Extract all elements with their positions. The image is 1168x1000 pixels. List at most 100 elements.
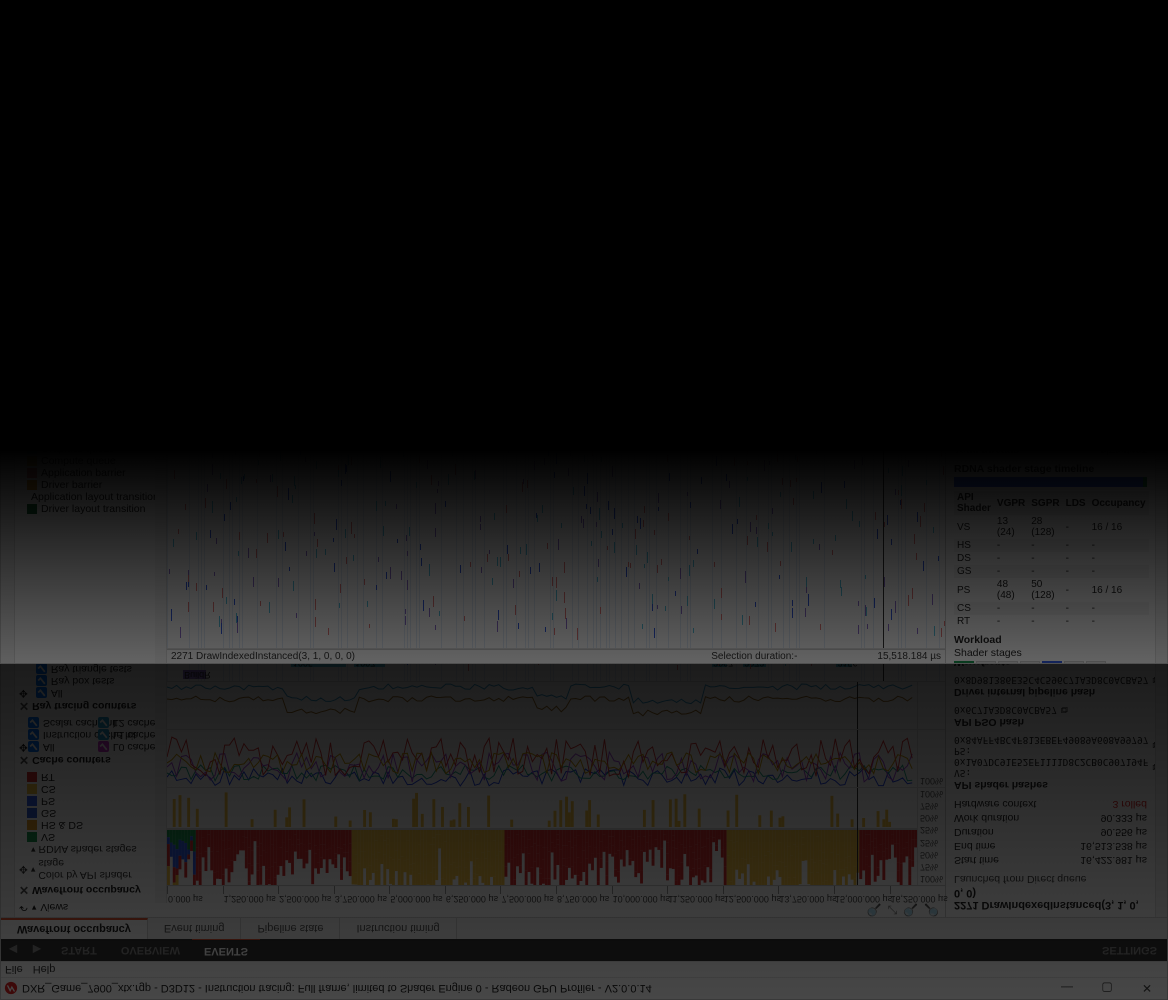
nav-start[interactable]: START (49, 39, 109, 61)
close-rt-icon[interactable]: ✕ (19, 699, 29, 713)
ray-tracing-lane[interactable] (167, 271, 945, 319)
tab-instruction-timing[interactable]: Instruction timing (340, 61, 456, 82)
tab-pipeline-state[interactable]: Pipeline state (241, 61, 340, 82)
stage-cs-button[interactable]: CS (1064, 661, 1084, 663)
copy-icon[interactable]: ⧉ (1061, 704, 1068, 715)
minimize-button[interactable]: — (1047, 1, 1087, 23)
tab-wavefront-occupancy[interactable]: Wavefront occupancy (1, 61, 148, 82)
zoom-in-icon[interactable]: 🔍 (903, 903, 918, 917)
maximize-button[interactable]: ▢ (1087, 978, 1127, 1000)
cache-l2-check[interactable] (98, 718, 109, 729)
close-ev-icon[interactable]: ✕ (19, 341, 29, 355)
cache-counters-lane[interactable]: 100% (167, 729, 945, 787)
move-cache-icon[interactable]: ✥ (19, 741, 28, 753)
cache-l0-check[interactable] (98, 742, 109, 753)
close-section-icon[interactable]: ✕ (19, 103, 29, 117)
cache-all-check[interactable] (28, 248, 39, 259)
maximize-button[interactable]: ▢ (1087, 1, 1127, 23)
search-tool-icon[interactable]: 🔍 (867, 83, 882, 97)
nav-back-icon[interactable]: ◀ (3, 41, 23, 59)
hide-legend-rail[interactable]: Hide legend (1, 83, 15, 663)
tab-event-timing[interactable]: Event timing (148, 918, 242, 939)
cache-all-check[interactable] (28, 742, 39, 753)
close-rt-icon[interactable]: ✕ (19, 287, 29, 301)
menu-file[interactable]: File (5, 25, 23, 37)
expand-icon[interactable]: ▾ (32, 87, 37, 98)
overlay-slider[interactable] (19, 399, 153, 411)
move-cache-icon[interactable]: ✥ (19, 247, 28, 259)
stage-vs-button[interactable]: VS (954, 661, 974, 663)
zoom-out-icon[interactable]: 🔎 (924, 903, 939, 917)
ev-color-mode[interactable]: Color by queue (38, 357, 109, 369)
cache-instr-check[interactable] (28, 730, 39, 741)
time-ruler[interactable]: 0.000 µs1,250.000 µs2,500.000 µs3,750.00… (167, 97, 945, 115)
filter-events-input[interactable] (19, 414, 138, 428)
wavefront-occupancy-lane[interactable]: 100% 75% 50% 25% 25% 50% 75% 100% (167, 787, 945, 885)
occupancy-color-mode[interactable]: Color by API shader stage (38, 857, 153, 881)
nav-settings[interactable]: SETTINGS (1092, 44, 1167, 56)
cache-counters-lane[interactable]: 100% (167, 213, 945, 271)
move-rt-icon[interactable]: ✥ (19, 687, 28, 699)
tab-event-timing[interactable]: Event timing (148, 61, 242, 82)
time-cursor[interactable] (857, 788, 858, 885)
menu-help[interactable]: Help (33, 964, 56, 976)
cache-l0-check[interactable] (98, 248, 109, 259)
nav-overview[interactable]: OVERVIEW (109, 39, 192, 61)
views-label[interactable]: Views (40, 87, 68, 99)
stage-ps-button[interactable]: PS (1042, 661, 1062, 663)
nav-forward-icon[interactable]: ▶ (27, 941, 47, 959)
wavefront-occupancy-lane[interactable]: 100% 75% 50% 25% 25% 50% 75% 100% (167, 115, 945, 213)
rt-all-check[interactable] (36, 302, 47, 313)
close-button[interactable]: ✕ (1127, 1, 1167, 23)
event-timeline-lane[interactable]: BuildR1995199720672072215649419961998206… (167, 319, 945, 649)
rt-tri-check[interactable] (36, 326, 47, 337)
close-section-icon[interactable]: ✕ (19, 883, 29, 897)
move-icon[interactable]: ✥ (19, 125, 28, 137)
undo-icon[interactable]: ↶ (19, 901, 28, 913)
search-tool-icon[interactable]: 🔍 (867, 903, 882, 917)
nav-settings[interactable]: SETTINGS (1092, 944, 1167, 956)
undo-icon[interactable]: ↶ (19, 87, 28, 99)
cache-l2-check[interactable] (98, 272, 109, 283)
zoom-out-icon[interactable]: 🔎 (924, 83, 939, 97)
rt-box-check[interactable] (36, 676, 47, 687)
search-icon[interactable]: 🔍 (140, 415, 153, 428)
cache-l1-check[interactable] (98, 730, 109, 741)
menu-help[interactable]: Help (33, 25, 56, 37)
hide-details-rail[interactable]: Hide details (1155, 83, 1167, 663)
cache-instr-check[interactable] (28, 260, 39, 271)
expand-icon[interactable]: ▾ (32, 903, 37, 914)
rt-box-check[interactable] (36, 314, 47, 325)
hide-details-rail[interactable]: Hide details (1155, 664, 1167, 917)
ev-filter-head[interactable]: Event filter (39, 371, 89, 383)
tab-instruction-timing[interactable]: Instruction timing (340, 918, 456, 939)
stage-rt-button[interactable]: RT (1086, 661, 1106, 663)
zoom-in-icon[interactable]: 🔍 (903, 83, 918, 97)
nav-forward-icon[interactable]: ▶ (27, 41, 47, 59)
nav-start[interactable]: START (49, 939, 109, 961)
time-cursor[interactable] (857, 115, 858, 212)
time-ruler[interactable]: 0.000 µs1,250.000 µs2,500.000 µs3,750.00… (167, 885, 945, 903)
close-cache-icon[interactable]: ✕ (19, 233, 29, 247)
stage-hs-button[interactable]: HS (976, 661, 996, 663)
nav-events[interactable]: EVENTS (192, 38, 260, 62)
move-icon[interactable]: ✥ (19, 863, 28, 875)
event-timeline-lane[interactable]: BuildR1995199720672072215649419961998206… (167, 664, 945, 681)
rt-all-check[interactable] (36, 688, 47, 699)
zoom-fit-icon[interactable]: ⤢ (887, 903, 897, 918)
ray-tracing-lane[interactable] (167, 681, 945, 729)
cache-l1-check[interactable] (98, 260, 109, 271)
stage-ds-button[interactable]: DS (998, 661, 1018, 663)
hide-legend-rail[interactable]: Hide legend (1, 664, 15, 917)
cache-scalar-check[interactable] (28, 272, 39, 283)
occupancy-color-mode[interactable]: Color by API shader stage (38, 119, 153, 143)
rt-tri-check[interactable] (36, 664, 47, 675)
ev-overlay-head[interactable]: Overlay (47, 385, 83, 397)
close-cache-icon[interactable]: ✕ (19, 753, 29, 767)
close-button[interactable]: ✕ (1127, 978, 1167, 1000)
nav-events[interactable]: EVENTS (192, 938, 260, 962)
nav-back-icon[interactable]: ◀ (3, 941, 23, 959)
cache-scalar-check[interactable] (28, 718, 39, 729)
stage-gs-button[interactable]: GS (1020, 661, 1040, 663)
copy-icon[interactable]: ⧉ (1061, 285, 1068, 296)
